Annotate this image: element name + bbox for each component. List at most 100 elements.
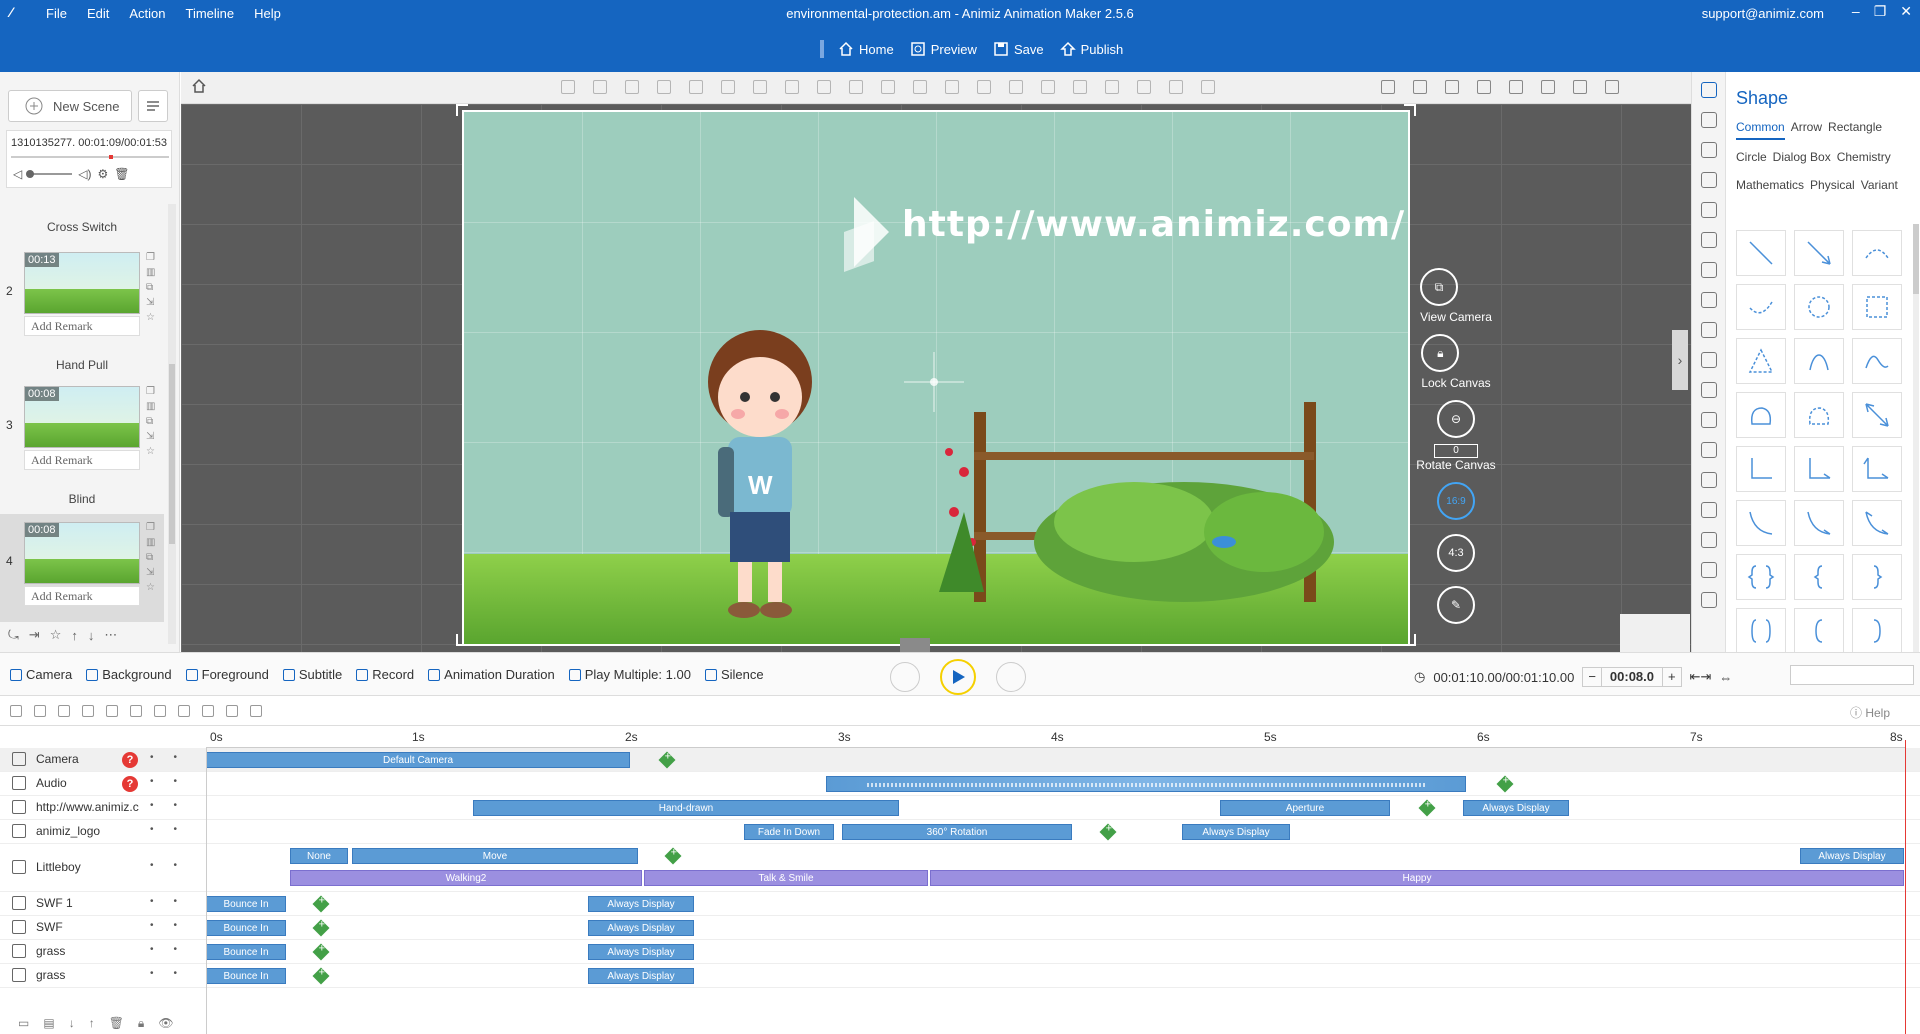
volume-down-icon[interactable]: ◁ xyxy=(13,167,22,181)
expand-icon[interactable] xyxy=(226,705,238,717)
copy-icon[interactable]: ❐ xyxy=(146,386,155,397)
tool-icon[interactable] xyxy=(1169,80,1183,94)
bracket-pair-shape[interactable] xyxy=(1736,608,1786,654)
preview-button[interactable]: Preview xyxy=(908,40,979,58)
visibility-dot[interactable]: • xyxy=(150,968,154,979)
export-icon[interactable] xyxy=(250,705,262,717)
wave-shape[interactable] xyxy=(1852,338,1902,384)
scene-item-2[interactable]: 2 00:13 Add Remark ❐ ▥ ⧉ ⇲ ☆ xyxy=(0,244,164,352)
scene-remark[interactable]: Add Remark xyxy=(24,586,140,606)
zoom-in-icon[interactable] xyxy=(1381,80,1395,94)
timeline-block[interactable]: Always Display xyxy=(588,920,694,936)
add-keyframe-icon[interactable] xyxy=(658,751,676,769)
image-category-icon[interactable] xyxy=(1700,112,1717,128)
tools-category-icon[interactable] xyxy=(1700,232,1717,248)
rotate-value-input[interactable]: 0 xyxy=(1433,444,1478,458)
tab-chemistry[interactable]: Chemistry xyxy=(1837,146,1891,168)
special-symbol-icon[interactable] xyxy=(1700,202,1717,218)
move-down-icon[interactable]: ↓ xyxy=(69,1016,75,1030)
ratio-4-3-control[interactable]: 4:3 xyxy=(1437,534,1475,576)
collapse-canvas-button[interactable] xyxy=(900,638,930,652)
scene-home-icon[interactable] xyxy=(191,78,207,94)
close-icon[interactable]: ✕ xyxy=(1900,3,1912,20)
tool-icon[interactable] xyxy=(561,80,575,94)
lock-dot[interactable]: • xyxy=(174,860,178,871)
tool-icon[interactable] xyxy=(785,80,799,94)
action-block[interactable]: Walking2 xyxy=(290,870,642,886)
subtitle-button[interactable]: Subtitle xyxy=(282,667,342,682)
timeline-block[interactable]: Fade In Down xyxy=(744,824,834,840)
littleboy-character[interactable]: W xyxy=(700,322,820,622)
scene-item-4[interactable]: 4 00:08 Add Remark ❐ ▥ ⧉ ⇲ ☆ xyxy=(0,514,164,622)
curve-connector-shape[interactable] xyxy=(1736,500,1786,546)
decrease-button[interactable]: − xyxy=(1583,668,1601,686)
rect-shape[interactable] xyxy=(1852,284,1902,330)
pen-icon[interactable]: ✎ xyxy=(1437,586,1475,624)
time-ruler[interactable]: 0s 1s 2s 3s 4s 5s 6s 7s 8s xyxy=(206,726,1906,748)
record-button[interactable]: Record xyxy=(356,667,414,682)
add-keyframe-icon[interactable] xyxy=(1099,823,1117,841)
triangle-shape[interactable] xyxy=(1736,338,1786,384)
visibility-dot[interactable]: • xyxy=(150,944,154,955)
align-right-icon[interactable] xyxy=(130,705,142,717)
star-icon[interactable]: ☆ xyxy=(146,582,155,593)
duplicate-icon[interactable]: ⧉ xyxy=(146,282,155,293)
stage-canvas[interactable]: http://www.animiz.com/ W xyxy=(462,110,1410,646)
volume-slider-handle[interactable] xyxy=(26,170,35,178)
timeline-block[interactable]: Move xyxy=(352,848,638,864)
tool-icon[interactable] xyxy=(593,80,607,94)
paste-icon[interactable] xyxy=(1509,80,1523,94)
brace-right-shape[interactable] xyxy=(1852,554,1902,600)
expand-panel-button[interactable]: › xyxy=(1672,330,1688,390)
scene-thumbnail[interactable]: 00:08 xyxy=(24,386,140,448)
add-keyframe-icon[interactable] xyxy=(312,895,330,913)
play-multiple-button[interactable]: Play Multiple: 1.00 xyxy=(568,667,691,682)
timeline-block[interactable]: Bounce In xyxy=(206,968,286,984)
elbow-double-shape[interactable] xyxy=(1852,446,1902,492)
tool-icon[interactable] xyxy=(945,80,959,94)
duplicate-icon[interactable]: ⧉ xyxy=(146,416,155,427)
chart-category-icon[interactable] xyxy=(1700,472,1717,488)
tab-variant[interactable]: Variant xyxy=(1861,174,1898,196)
timeline-zoom-slider[interactable] xyxy=(1790,665,1914,685)
shape-scrollbar[interactable] xyxy=(1913,224,1919,652)
blob-shape[interactable] xyxy=(1736,392,1786,438)
lock-icon[interactable]: 🔒︎ xyxy=(1421,334,1460,372)
brace-left-shape[interactable] xyxy=(1794,554,1844,600)
ratio-16-9-button[interactable]: 16:9 xyxy=(1437,482,1475,520)
scene-remark[interactable]: Add Remark xyxy=(24,316,140,336)
formula-category-icon[interactable] xyxy=(1700,502,1717,518)
lock-dot[interactable]: • xyxy=(174,824,178,835)
background-button[interactable]: Background xyxy=(86,667,172,682)
visibility-dot[interactable]: • xyxy=(150,800,154,811)
track-url-text[interactable]: http://www.animiz.c • • Hand-drawn Apertu… xyxy=(0,796,1920,820)
more-icon[interactable]: ⋯ xyxy=(104,627,117,643)
tool-icon[interactable] xyxy=(721,80,735,94)
copy-icon[interactable]: ❐ xyxy=(146,522,155,533)
track-animiz-logo[interactable]: animiz_logo • • Fade In Down 360° Rotatio… xyxy=(0,820,1920,844)
text-category-icon[interactable] xyxy=(1700,142,1717,158)
bracket-right-shape[interactable] xyxy=(1852,608,1902,654)
delete-icon[interactable]: ▥ xyxy=(146,401,155,412)
duration-stepper[interactable]: − 00:08.0 + xyxy=(1582,667,1682,687)
timeline-block[interactable]: 360° Rotation xyxy=(842,824,1072,840)
align-center-icon[interactable] xyxy=(106,705,118,717)
tool-icon[interactable] xyxy=(625,80,639,94)
eye-icon[interactable]: 👁 xyxy=(158,1016,173,1030)
preview-scene-button[interactable] xyxy=(890,662,920,692)
split-icon[interactable] xyxy=(178,705,190,717)
shape-category-icon[interactable] xyxy=(1700,82,1717,98)
timeline-block[interactable]: None xyxy=(290,848,348,864)
visibility-dot[interactable]: • xyxy=(150,920,154,931)
animiz-logo-icon[interactable] xyxy=(844,192,894,282)
favorite-icon[interactable]: ☆ xyxy=(50,627,62,643)
increase-button[interactable]: + xyxy=(1663,668,1681,686)
support-link[interactable]: support@animiz.com xyxy=(1702,6,1824,21)
scene-remark[interactable]: Add Remark xyxy=(24,450,140,470)
timeline-block[interactable]: Hand-drawn xyxy=(473,800,899,816)
photo-category-icon[interactable] xyxy=(1700,592,1717,608)
visibility-dot[interactable]: • xyxy=(150,752,154,763)
visibility-dot[interactable]: • xyxy=(150,776,154,787)
tool-icon[interactable] xyxy=(1105,80,1119,94)
action-block[interactable]: Talk & Smile xyxy=(644,870,928,886)
